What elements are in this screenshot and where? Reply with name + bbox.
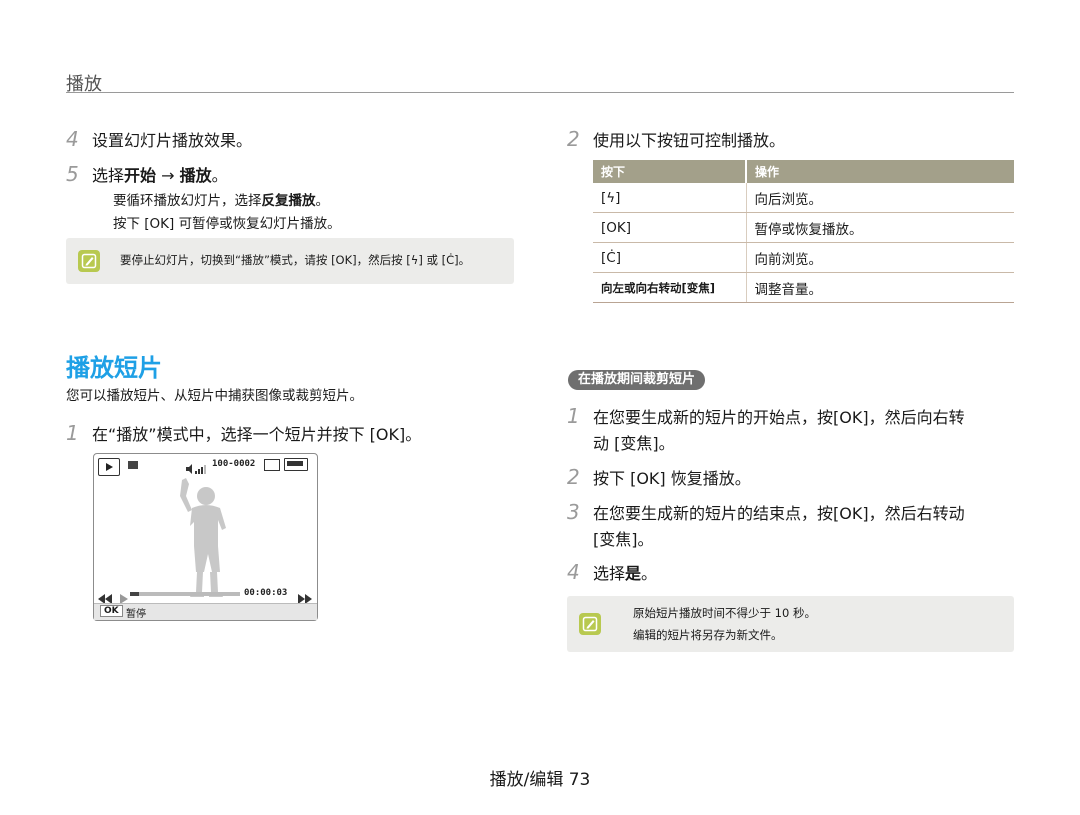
table-row: [OK] 暂停或恢复播放。 xyxy=(593,212,1014,243)
step-text: 选择开始 → 播放。 xyxy=(92,166,228,185)
step-text: 按下 [OK] 恢复播放。 xyxy=(593,469,751,488)
note-icon xyxy=(78,250,100,272)
file-number: 100-0002 xyxy=(212,459,256,469)
table-row: [ϟ] 向后浏览。 xyxy=(593,183,1014,213)
step-number: 4 xyxy=(66,127,79,151)
controls-table: 按下 操作 [ϟ] 向后浏览。 [OK] 暂停或恢复播放。 [Ċ] 向前浏览。 … xyxy=(593,160,1014,303)
table-cell-key: [Ċ] xyxy=(593,242,747,273)
trim-step-2: 2 按下 [OK] 恢复播放。 xyxy=(567,465,751,492)
step-number: 2 xyxy=(567,465,580,489)
ok-label: OK xyxy=(100,605,123,617)
table-cell-key: [OK] xyxy=(593,212,747,243)
trim-step-3: 3 在您要生成新的短片的结束点，按[OK]，然后右转动 [变焦]。 xyxy=(567,500,965,553)
section-title: 播放短片 xyxy=(66,354,162,382)
step-text: 在您要生成新的短片的结束点，按[OK]，然后右转动 [变焦]。 xyxy=(593,504,965,549)
column-header-action: 操作 xyxy=(746,160,1014,183)
playback-time: 00:00:03 xyxy=(244,588,288,598)
table-row: 向左或向右转动[变焦] 调整音量。 xyxy=(593,272,1014,303)
note-icon xyxy=(579,613,601,635)
person-silhouette-image xyxy=(180,478,226,597)
table-cell-action: 向后浏览。 xyxy=(746,183,1014,213)
header-divider xyxy=(66,92,1014,93)
battery-icon xyxy=(284,458,308,471)
pause-hint: 按下 [OK] 可暂停或恢复幻灯片播放。 xyxy=(113,216,341,232)
note-text-line-1: 原始短片播放时间不得少于 10 秒。 xyxy=(633,606,816,620)
step-text: 在“播放”模式中，选择一个短片并按下 [OK]。 xyxy=(92,425,422,444)
camera-screen-illustration: 100-0002 00:00:03 OK 暂停 xyxy=(93,453,318,621)
note-box-trim: 原始短片播放时间不得少于 10 秒。 编辑的短片将另存为新文件。 xyxy=(567,596,1014,652)
slideshow-step-4: 4 设置幻灯片播放效果。 xyxy=(66,127,252,154)
trim-step-4: 4 选择是。 xyxy=(567,560,657,587)
progress-bar xyxy=(130,592,240,596)
column-header-press: 按下 xyxy=(593,160,747,183)
video-icon xyxy=(128,461,138,469)
play-mode-icon xyxy=(98,458,120,476)
step-text: 使用以下按钮可控制播放。 xyxy=(593,131,786,150)
step-text: 选择是。 xyxy=(593,564,658,583)
step-number: 2 xyxy=(567,127,580,151)
table-cell-action: 暂停或恢复播放。 xyxy=(746,212,1014,243)
table-header-row: 按下 操作 xyxy=(593,160,1014,183)
repeat-play-hint: 要循环播放幻灯片，选择反复播放。 xyxy=(113,193,329,209)
trim-step-1: 1 在您要生成新的短片的开始点，按[OK]，然后向右转动 [变焦]。 xyxy=(567,404,965,457)
table-row: [Ċ] 向前浏览。 xyxy=(593,242,1014,273)
note-box-stop-slideshow: 要停止幻灯片，切换到“播放”模式，请按 [OK]，然后按 [ϟ] 或 [Ċ]。 xyxy=(66,238,514,284)
table-cell-action: 调整音量。 xyxy=(746,272,1014,303)
video-step-1: 1 在“播放”模式中，选择一个短片并按下 [OK]。 xyxy=(66,421,421,448)
step-number: 1 xyxy=(66,421,79,445)
camera-bottom-bar: OK 暂停 xyxy=(94,603,317,620)
note-text: 要停止幻灯片，切换到“播放”模式，请按 [OK]，然后按 [ϟ] 或 [Ċ]。 xyxy=(120,253,471,267)
memory-icon xyxy=(264,459,280,471)
step-number: 3 xyxy=(567,500,580,524)
section-description: 您可以播放短片、从短片中捕获图像或裁剪短片。 xyxy=(66,388,363,404)
slideshow-control-step-2: 2 使用以下按钮可控制播放。 xyxy=(567,127,785,154)
trim-section-label: 在播放期间裁剪短片 xyxy=(568,370,706,390)
step-text: 在您要生成新的短片的开始点，按[OK]，然后向右转动 [变焦]。 xyxy=(593,408,965,453)
pause-label: 暂停 xyxy=(126,609,146,620)
step-text: 设置幻灯片播放效果。 xyxy=(92,131,253,150)
step-number: 4 xyxy=(567,560,580,584)
table-cell-key: 向左或向右转动[变焦] xyxy=(593,272,747,303)
table-cell-action: 向前浏览。 xyxy=(746,242,1014,273)
page-footer: 播放/编辑 73 xyxy=(489,770,591,790)
slideshow-step-5: 5 选择开始 → 播放。 xyxy=(66,162,228,189)
table-cell-key: [ϟ] xyxy=(593,183,747,213)
note-text-line-2: 编辑的短片将另存为新文件。 xyxy=(633,628,783,642)
step-number: 5 xyxy=(66,162,79,186)
step-number: 1 xyxy=(567,404,580,428)
